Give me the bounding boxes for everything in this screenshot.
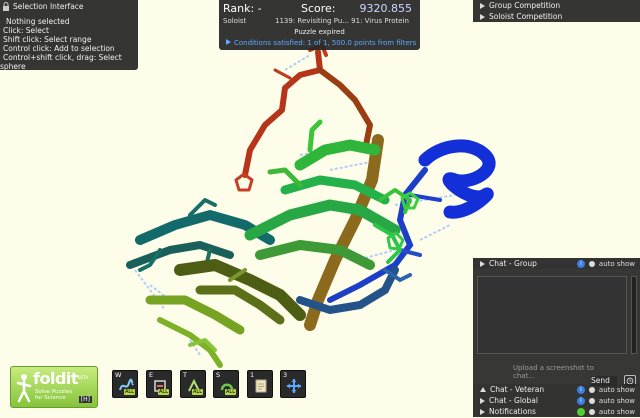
expand-arrow-icon xyxy=(480,260,485,267)
conditions-toggle[interactable]: Conditions satisfied: 1 of 1, 500.0 poin… xyxy=(226,39,416,47)
help-hotkey: [H] xyxy=(78,396,92,403)
auto-show-toggle[interactable] xyxy=(588,386,595,393)
chat-scrollbar[interactable] xyxy=(631,276,637,354)
selection-hint: Shift click: Select range xyxy=(3,35,92,44)
tweak-all-button[interactable]: T ALL xyxy=(180,370,206,398)
chat-veteran-header[interactable]: Chat - Veteran i auto show xyxy=(473,384,640,395)
collapse-arrow-icon xyxy=(480,387,486,392)
notifications-header[interactable]: Notifications auto show xyxy=(473,406,640,417)
rebuild-all-button[interactable]: S ALL xyxy=(213,370,239,398)
foldit-tagline: Solve Puzzles for Science xyxy=(35,389,72,401)
foldit-brand: foldit xyxy=(33,369,79,388)
selection-hint: Click: Select xyxy=(3,26,49,35)
auto-show-label: auto show xyxy=(598,385,635,394)
group-competition-toggle[interactable]: Group Competition xyxy=(473,0,640,11)
auto-show-label: auto show xyxy=(598,259,635,268)
olive-sheets xyxy=(145,259,306,368)
chat-veteran-title: Chat - Veteran xyxy=(490,385,545,394)
score-panel: Rank: - Score: 9320.855 Soloist 1139: Re… xyxy=(219,0,420,50)
selection-status: Nothing selected xyxy=(6,17,70,26)
score-label: Score: xyxy=(301,2,336,15)
expand-arrow-icon xyxy=(226,39,231,45)
chat-global-title: Chat - Global xyxy=(489,396,538,405)
chat-panel: Chat - Group i auto show Upload a screen… xyxy=(473,258,640,418)
notes-button[interactable]: 1 xyxy=(247,370,273,398)
selection-hint: Control+shift click, drag: Select xyxy=(3,53,122,62)
tagline-line: for Science xyxy=(35,395,66,401)
all-badge: ALL xyxy=(225,389,236,395)
notepad-icon xyxy=(255,379,267,393)
notifications-title: Notifications xyxy=(489,407,536,416)
info-icon[interactable]: i xyxy=(576,259,585,268)
expand-arrow-icon xyxy=(480,2,485,9)
beta-label: BETA xyxy=(78,375,89,380)
info-icon[interactable]: i xyxy=(576,385,585,394)
conditions-text: Conditions satisfied: 1 of 1, 500.0 poin… xyxy=(234,39,417,47)
selection-interface-header[interactable]: Selection Interface xyxy=(0,0,138,12)
wiggle-all-button[interactable]: W ALL xyxy=(112,370,138,398)
green-sheets xyxy=(244,119,420,270)
foldit-figure-icon xyxy=(16,374,32,403)
chat-channel-list: Chat - Veteran i auto show Chat - Global… xyxy=(473,384,640,417)
expand-arrow-icon xyxy=(480,408,485,415)
notification-badge-icon xyxy=(576,407,585,416)
info-icon[interactable]: i xyxy=(576,396,585,405)
puzzle-name: 1139: Revisiting Pu... 91: Virus Protein xyxy=(275,17,409,25)
chat-messages[interactable] xyxy=(477,276,627,354)
all-badge: ALL xyxy=(124,389,135,395)
auto-show-label: auto show xyxy=(598,396,635,405)
expand-arrow-icon xyxy=(480,13,485,20)
selection-interface-title: Selection Interface xyxy=(13,1,84,11)
auto-show-toggle[interactable] xyxy=(588,260,595,267)
auto-show-label: auto show xyxy=(598,407,635,416)
puzzle-status: Puzzle expired xyxy=(294,28,345,36)
auto-show-toggle[interactable] xyxy=(588,397,595,404)
competition-panel: Group Competition Soloist Competition xyxy=(473,0,640,22)
score-value: 9320.855 xyxy=(359,2,413,15)
chat-group-title: Chat - Group xyxy=(489,259,537,268)
chat-global-header[interactable]: Chat - Global i auto show xyxy=(473,395,640,406)
expand-arrow-icon xyxy=(480,397,485,404)
lock-icon[interactable] xyxy=(2,1,10,11)
move-button[interactable]: 3 xyxy=(280,370,306,398)
mode-label: Soloist xyxy=(223,17,247,25)
shake-all-button[interactable]: E ALL xyxy=(146,370,172,398)
all-badge: ALL xyxy=(158,389,169,395)
selection-hint: sphere xyxy=(0,62,26,71)
all-badge: ALL xyxy=(192,389,203,395)
group-competition-label: Group Competition xyxy=(489,1,561,10)
soloist-competition-label: Soloist Competition xyxy=(489,12,563,21)
auto-show-toggle[interactable] xyxy=(588,408,595,415)
selection-interface-panel: Selection Interface Nothing selected Cli… xyxy=(0,0,138,71)
move-arrows-icon xyxy=(287,379,301,393)
chat-group-body: Upload a screenshot to chat... Send xyxy=(473,269,640,387)
selection-help: Nothing selected Click: Select Shift cli… xyxy=(0,12,138,71)
chat-group-header[interactable]: Chat - Group i auto show xyxy=(473,258,640,269)
soloist-competition-toggle[interactable]: Soloist Competition xyxy=(473,11,640,22)
rank-label: Rank: - xyxy=(223,2,262,15)
selection-hint: Control click: Add to selection xyxy=(3,44,115,53)
foldit-logo[interactable]: foldit BETA Solve Puzzles for Science [H… xyxy=(10,366,98,408)
